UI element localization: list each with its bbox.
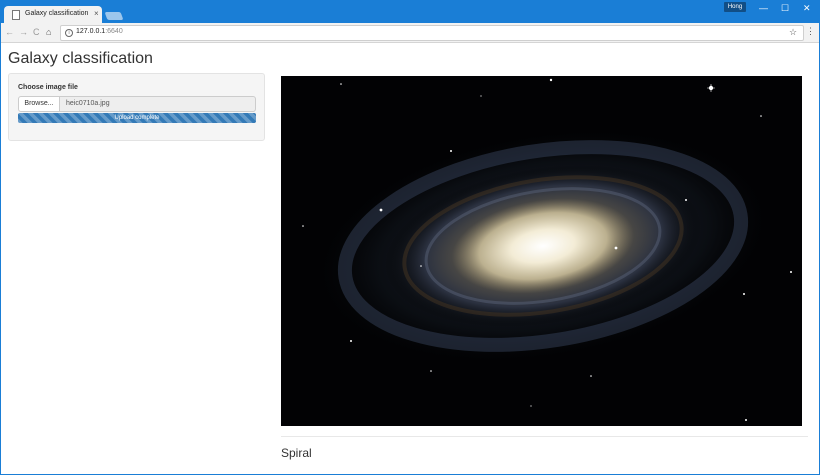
- forward-icon[interactable]: →: [19, 27, 28, 37]
- info-icon[interactable]: i: [65, 29, 73, 37]
- url-text: 127.0.0.1:6640: [76, 28, 123, 35]
- bookmark-star-icon[interactable]: ☆: [789, 27, 797, 38]
- classification-result: Spiral: [281, 446, 312, 460]
- reload-icon[interactable]: C: [33, 27, 40, 37]
- file-name-field[interactable]: heic0710a.jpg: [60, 96, 256, 112]
- address-bar[interactable]: i 127.0.0.1:6640 ☆: [60, 25, 804, 41]
- close-window-icon[interactable]: ✕: [803, 4, 811, 13]
- page-title: Galaxy classification: [8, 50, 153, 67]
- tab-close-icon[interactable]: ×: [94, 9, 99, 18]
- browse-button[interactable]: Browse...: [18, 96, 60, 112]
- galaxy-image: [281, 76, 802, 426]
- new-tab-button[interactable]: [104, 12, 124, 20]
- tab-title: Galaxy classification: [25, 10, 89, 17]
- input-panel: Choose image file Browse... heic0710a.jp…: [8, 73, 265, 141]
- menu-icon[interactable]: ⋮: [806, 27, 815, 36]
- maximize-icon[interactable]: ☐: [781, 4, 789, 13]
- window-titlebar: Galaxy classification × Hong — ☐ ✕: [0, 0, 820, 23]
- browser-tab[interactable]: Galaxy classification ×: [4, 6, 102, 23]
- page-icon: [12, 10, 20, 20]
- browser-toolbar: ← → C ⌂ i 127.0.0.1:6640 ☆ ⋮: [0, 23, 820, 43]
- profile-badge[interactable]: Hong: [724, 2, 746, 12]
- result-divider: [281, 436, 808, 437]
- home-icon[interactable]: ⌂: [46, 27, 51, 37]
- back-icon[interactable]: ←: [5, 27, 14, 37]
- file-input-label: Choose image file: [18, 84, 78, 91]
- upload-progress-bar: Upload complete: [18, 113, 256, 123]
- minimize-icon[interactable]: —: [759, 4, 768, 13]
